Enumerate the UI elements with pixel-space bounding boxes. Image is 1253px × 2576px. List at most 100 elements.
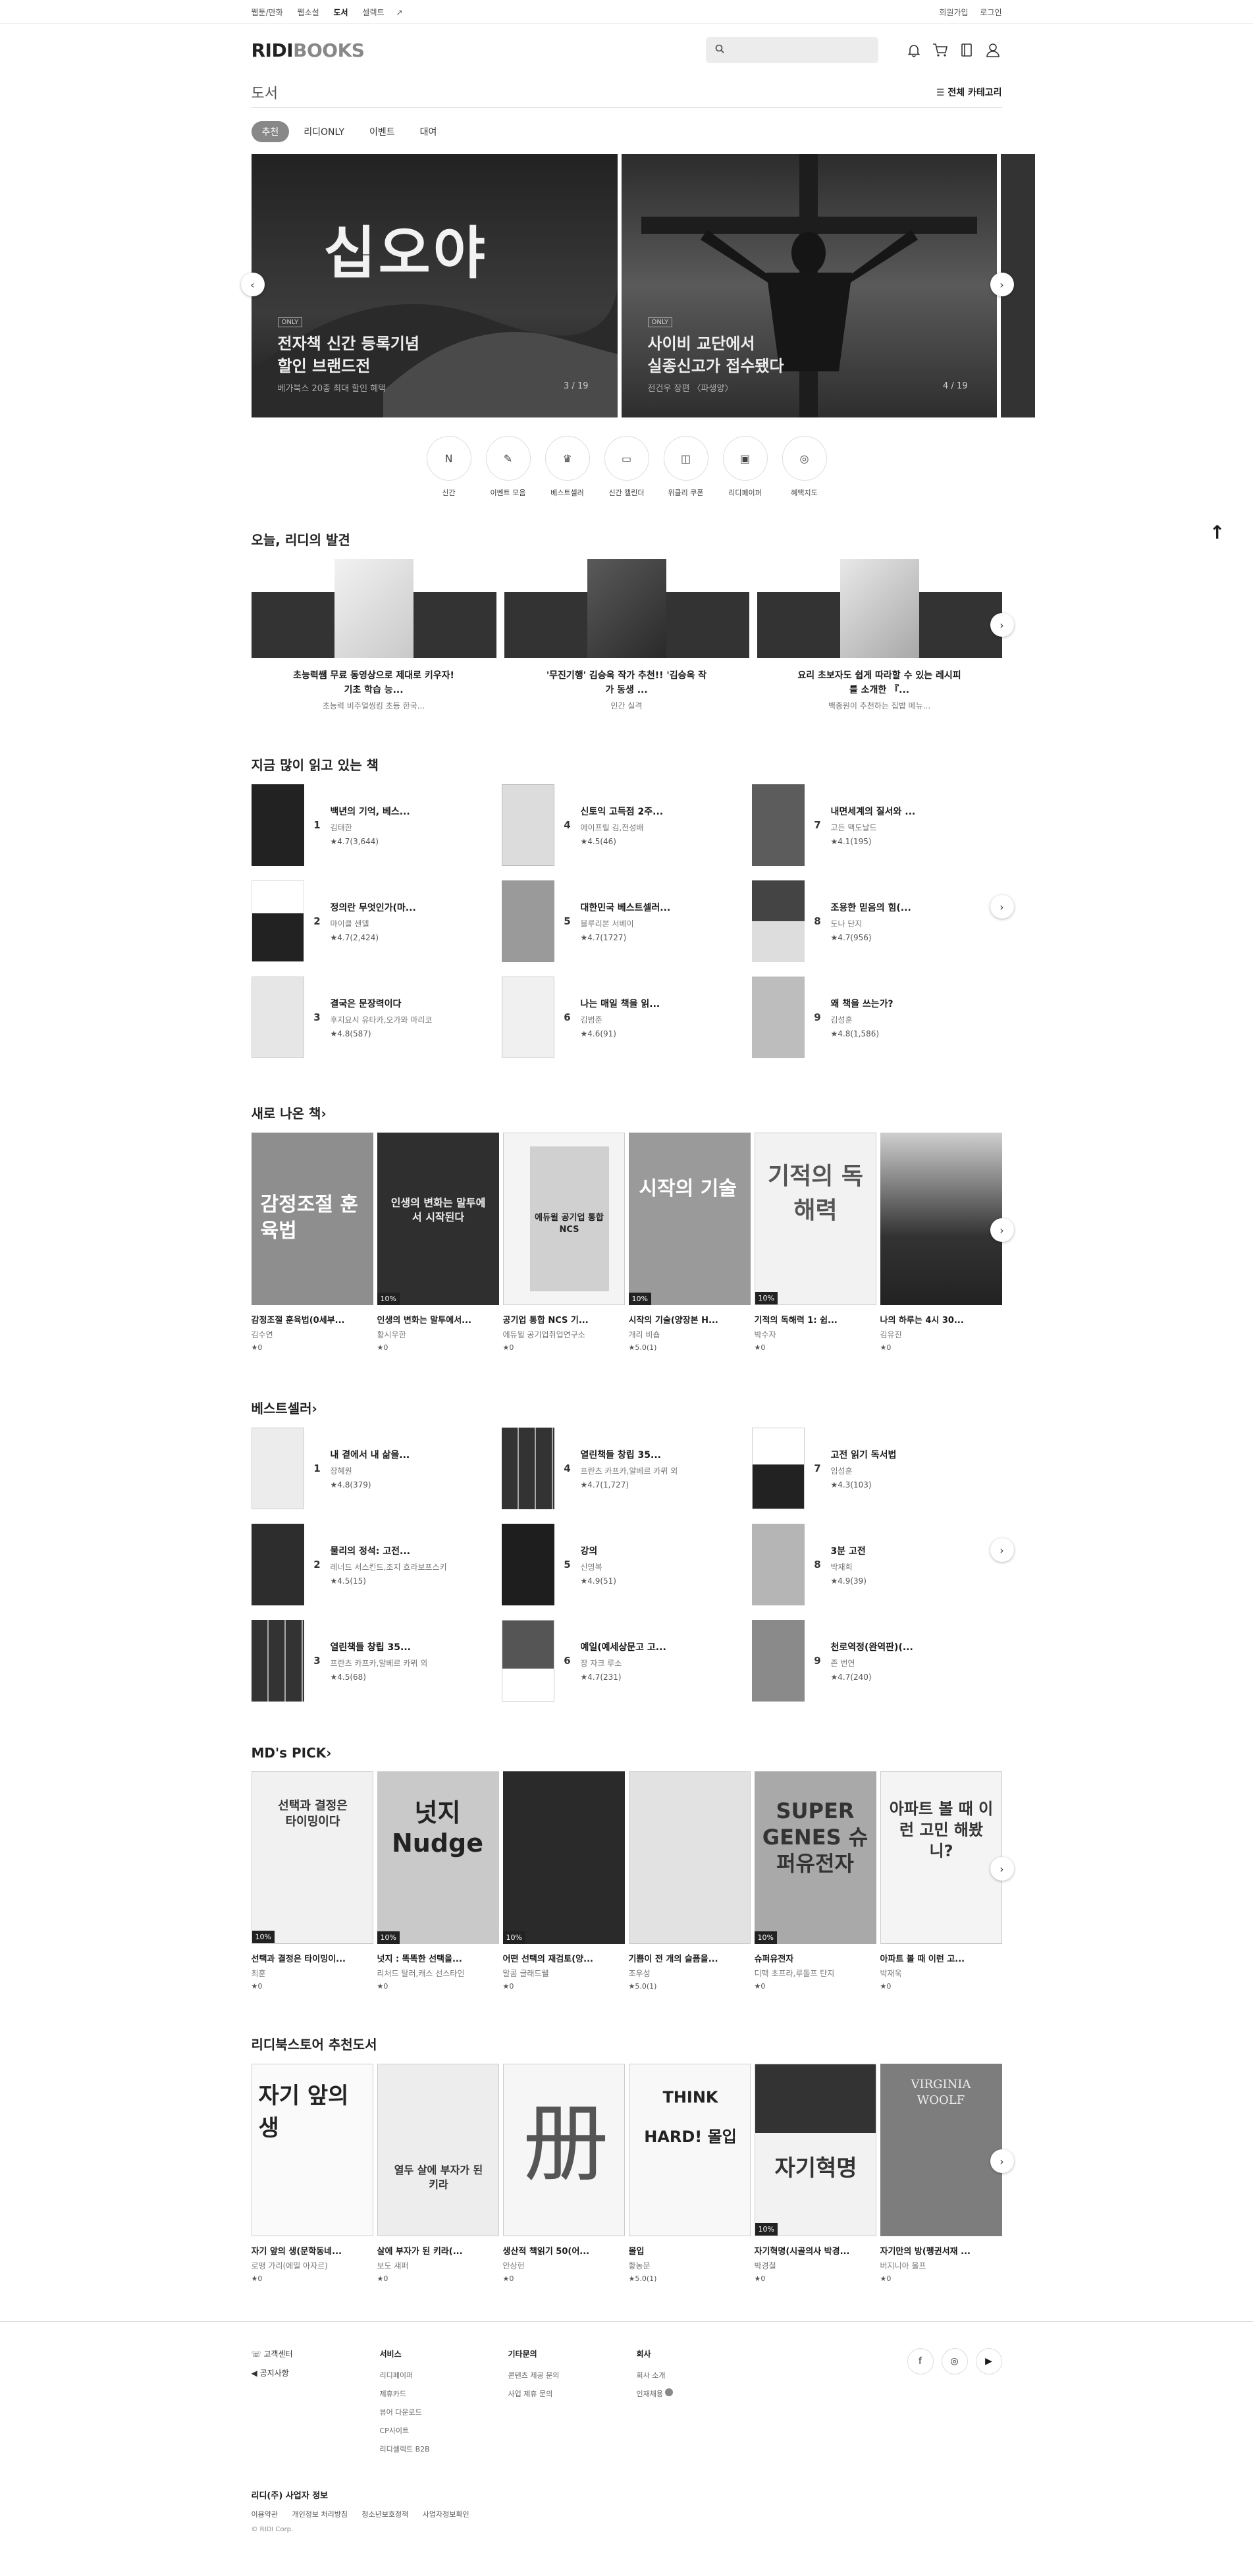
- tab-ridi-only[interactable]: 리디ONLY: [293, 121, 355, 142]
- all-categories-button[interactable]: ☰ 전체 카테고리: [936, 86, 1002, 99]
- youtube-icon[interactable]: ▶: [975, 2348, 1002, 2375]
- ranking-item[interactable]: 4 열린책들 창립 35... 프란츠 카프카,알베르 카뮈 외 ★4.7(1,727…: [501, 1428, 752, 1509]
- footer-link[interactable]: 사업 제휴 문의: [508, 2388, 637, 2399]
- notice-label: 공지사항: [259, 2369, 289, 2378]
- notice-link[interactable]: ◀ 공지사항: [252, 2367, 380, 2378]
- discover-card[interactable]: 요리 초보자도 쉽게 따라할 수 있는 레시피를 소개한 『... 백종원이 추…: [757, 559, 1002, 711]
- book-card[interactable]: VIRGINIA WOOLF 자기만의 방(펭귄서재 ... 버지니아 울프 ★0: [880, 2064, 1002, 2283]
- carousel-prev-button[interactable]: ‹: [240, 273, 265, 296]
- search-input[interactable]: [729, 45, 861, 55]
- facebook-icon[interactable]: f: [907, 2348, 934, 2375]
- section-title-new-books[interactable]: 새로 나온 책›: [252, 1103, 1002, 1122]
- youth-policy-link[interactable]: 청소년보호정책: [361, 2510, 408, 2519]
- section-title-bestsellers[interactable]: 베스트셀러›: [252, 1398, 1002, 1417]
- quick-ridipaper[interactable]: ▣ 리디페이퍼: [716, 436, 775, 498]
- banner-slide[interactable]: ONLY 사이비 교단에서 실종신고가 접수됐다 전건우 장편 〈파생양〉 4 …: [621, 154, 997, 417]
- section-title-md-pick[interactable]: MD's PICK›: [252, 1745, 1002, 1761]
- book-card[interactable]: 아파트 볼 때 이런 고민 해봤니? 아파트 볼 때 이런 고... 박재욱 ★0: [880, 1771, 1002, 1991]
- ranking-item[interactable]: 9 천로역정(완역판)(... 존 번연 ★4.7(240): [751, 1620, 1002, 1702]
- footer-link[interactable]: 인재채용: [637, 2388, 765, 2399]
- book-card[interactable]: 인생의 변화는 말투에서 시작된다 10% 인생의 변화는 말투에서... 황시우한 ★…: [377, 1133, 499, 1352]
- terms-link[interactable]: 이용약관: [252, 2510, 278, 2519]
- quick-weekly-coupon[interactable]: ◫ 위클리 쿠폰: [656, 436, 716, 498]
- book-card[interactable]: 10% 어떤 선택의 재검토(양... 말콤 글래드웰 ★0: [502, 1771, 625, 1991]
- login-link[interactable]: 로그인: [980, 8, 1001, 17]
- ranking-item[interactable]: 7 고전 읽기 독서법 임성훈 ★4.3(103): [751, 1428, 1002, 1509]
- account-icon[interactable]: [984, 41, 1002, 59]
- instagram-icon[interactable]: ◎: [941, 2348, 968, 2375]
- ranking-item[interactable]: 6 예일(예세상문고 고... 장 자크 루소 ★4.7(231): [501, 1620, 752, 1702]
- tab-recommend[interactable]: 추천: [251, 121, 290, 142]
- book-card[interactable]: 선택과 결정은 타이밍이다 10% 선택과 결정은 타이밍이... 최훈 ★0: [251, 1771, 373, 1991]
- discover-card[interactable]: 초능력쌤 무료 동영상으로 제대로 키우자! 기초 학습 능... 초능력 비주…: [251, 559, 496, 711]
- business-check-link[interactable]: 사업자정보확인: [423, 2510, 469, 2519]
- ranking-item[interactable]: 5 강의 신영복 ★4.9(51): [501, 1524, 752, 1605]
- business-info-toggle[interactable]: 리디(주) 사업자 정보: [252, 2488, 1002, 2501]
- tab-select[interactable]: 셀렉트 ↗: [362, 8, 414, 17]
- ranking-item[interactable]: 8 3분 고전 박재희 ★4.9(39): [751, 1524, 1002, 1605]
- ranking-item[interactable]: 3 결국은 문장력이다 후지요시 유타카,오가와 마리코 ★4.8(587): [251, 977, 502, 1058]
- new-books-next-button[interactable]: ›: [990, 1218, 1014, 1242]
- quick-benefit-map[interactable]: ◎ 혜택지도: [775, 436, 834, 498]
- ridibooks-logo[interactable]: RIDIBOOKS: [252, 40, 365, 61]
- back-to-top-button[interactable]: ↑: [1210, 522, 1225, 543]
- footer-link[interactable]: 콘텐츠 제공 문의: [508, 2370, 637, 2380]
- book-card[interactable]: 자기 앞의 생 자기 앞의 생(문학동네... 로맹 가리(에밀 아자르) ★0: [251, 2064, 373, 2283]
- ranking-item[interactable]: 7 내면세계의 질서와 ... 고든 맥도날드 ★4.1(195): [751, 784, 1002, 866]
- privacy-link[interactable]: 개인정보 처리방침: [292, 2510, 347, 2519]
- ridi-recommend-next-button[interactable]: ›: [990, 2149, 1014, 2173]
- tab-rental[interactable]: 대여: [410, 121, 448, 142]
- book-card[interactable]: 册 생산적 책읽기 50(어... 안상헌 ★0: [502, 2064, 625, 2283]
- book-card[interactable]: 감정조절 훈육법 감정조절 훈육법(0세부... 김수연 ★0: [251, 1133, 373, 1352]
- my-library-icon[interactable]: [957, 41, 976, 59]
- ranking-item[interactable]: 2 정의란 무엇인가(마... 마이클 샌델 ★4.7(2,424): [251, 880, 502, 962]
- md-pick-next-button[interactable]: ›: [990, 1857, 1014, 1881]
- book-card[interactable]: SUPER GENES 슈퍼유전자 10% 슈퍼유전자 디팩 초프라,루돌프 탄지 ★0: [754, 1771, 876, 1991]
- book-card[interactable]: 자기혁명 10% 자기혁명(시골의사 박경... 박경철 ★0: [754, 2064, 876, 2283]
- ranking-item[interactable]: 8 조용한 믿음의 힘(... 도나 단지 ★4.7(956): [751, 880, 1002, 962]
- rank-number: 2: [313, 915, 321, 927]
- quick-events[interactable]: ✎ 이벤트 모음: [479, 436, 538, 498]
- book-card[interactable]: 에듀윌 공기업 통합 NCS 공기업 통합 NCS 기... 에듀윌 공기업취업연구…: [502, 1133, 625, 1352]
- signup-link[interactable]: 회원가입: [939, 8, 968, 17]
- ranking-item[interactable]: 4 신토익 고득점 2주... 에이프릴 김,전성배 ★4.5(46): [501, 784, 752, 866]
- book-card[interactable]: 기쁨이 전 개의 슬픔을... 조우성 ★5.0(1): [628, 1771, 751, 1991]
- banner-slide[interactable]: 십오야 ONLY 전자책 신간 등록기념 할인 브랜드전 베가북스 20종 최대…: [251, 154, 618, 417]
- section-title-text: MD's PICK: [251, 1745, 327, 1761]
- popular-next-button[interactable]: ›: [990, 895, 1014, 919]
- book-card[interactable]: 넛지 Nudge 10% 넛지 : 똑똑한 선택을... 리처드 탈러,캐스 선스타인…: [377, 1771, 499, 1991]
- tab-events[interactable]: 이벤트: [359, 121, 406, 142]
- ranking-item[interactable]: 3 열린책들 창립 35... 프란츠 카프카,알베르 카뮈 외 ★4.5(68): [251, 1620, 502, 1702]
- book-card[interactable]: 열두 살에 부자가 된 키라 살에 부자가 된 키라(... 보도 섀퍼 ★0: [377, 2064, 499, 2283]
- footer-link[interactable]: 제휴카드: [380, 2388, 508, 2399]
- bestsellers-next-button[interactable]: ›: [990, 1538, 1014, 1562]
- ranking-item[interactable]: 6 나는 매일 책을 읽... 김범준 ★4.6(91): [501, 977, 752, 1058]
- cart-icon[interactable]: [931, 41, 949, 59]
- book-card[interactable]: 시작의 기술 10% 시작의 기술(양장본 H... 개리 비숍 ★5.0(1): [628, 1133, 751, 1352]
- book-card[interactable]: 기적의 독해력 10% 기적의 독해력 1: 쉽... 박수자 ★0: [754, 1133, 876, 1352]
- tab-webnovel[interactable]: 웹소설: [298, 8, 319, 17]
- footer-link[interactable]: CP사이트: [380, 2425, 508, 2436]
- quick-bestsellers[interactable]: ♛ 베스트셀러: [538, 436, 597, 498]
- discover-card[interactable]: '무진기행' 김승옥 작가 추천!! '김승옥 작가 동생 ... 인간 실격: [504, 559, 749, 711]
- discover-next-button[interactable]: ›: [990, 613, 1014, 637]
- customer-center-link[interactable]: ☏ 고객센터: [252, 2348, 380, 2359]
- book-card[interactable]: THINK HARD! 몰입 몰입 황농문 ★5.0(1): [628, 2064, 751, 2283]
- footer-link[interactable]: 회사 소개: [637, 2370, 765, 2380]
- footer-link[interactable]: 리디셀렉트 B2B: [380, 2444, 508, 2454]
- ranking-item[interactable]: 9 왜 책을 쓰는가? 김성훈 ★4.8(1,586): [751, 977, 1002, 1058]
- ranking-item[interactable]: 5 대한민국 베스트셀러... 블루리본 서베이 ★4.7(1727): [501, 880, 752, 962]
- footer-link[interactable]: 뷰어 다운로드: [380, 2407, 508, 2417]
- search-bar[interactable]: [705, 37, 878, 63]
- tab-webtoon[interactable]: 웹툰/만화: [252, 8, 283, 17]
- footer-link[interactable]: 리디페이퍼: [380, 2370, 508, 2380]
- ranking-item[interactable]: 1 백년의 기억, 베스... 김태한 ★4.7(3,644): [251, 784, 502, 866]
- quick-new-releases[interactable]: N 신간: [419, 436, 479, 498]
- ranking-item[interactable]: 2 물리의 정석: 고전... 레너드 서스킨드,조지 흐라보프스키 ★4.5(15): [251, 1524, 502, 1605]
- carousel-next-button[interactable]: ›: [990, 273, 1014, 296]
- notification-bell-icon[interactable]: [905, 41, 923, 59]
- book-card[interactable]: 나의 하루는 4시 30... 김유진 ★0: [880, 1133, 1002, 1352]
- quick-calendar[interactable]: ▭ 신간 캘린더: [597, 436, 656, 498]
- ranking-item[interactable]: 1 내 곁에서 내 삶을... 장혜원 ★4.8(379): [251, 1428, 502, 1509]
- tab-books[interactable]: 도서: [334, 8, 348, 17]
